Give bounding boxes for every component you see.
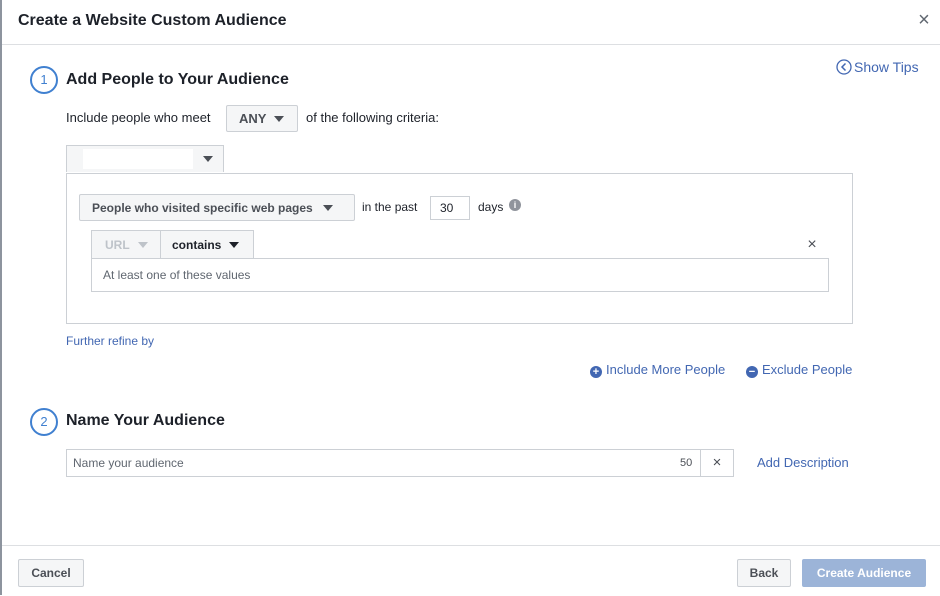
url-label: URL — [105, 237, 130, 252]
chevron-left-circle-icon — [836, 59, 852, 75]
visit-type-label: People who visited specific web pages — [92, 200, 313, 215]
audience-name-input[interactable]: Name your audience — [66, 449, 701, 477]
clear-name-icon[interactable]: × — [700, 449, 734, 477]
exclude-people-link[interactable]: − Exclude People — [746, 362, 852, 378]
create-audience-button[interactable]: Create Audience — [802, 559, 926, 587]
caret-down-icon — [203, 156, 213, 162]
step-1-indicator: 1 — [30, 66, 58, 94]
caret-down-icon — [274, 115, 285, 122]
event-source-value — [83, 149, 193, 169]
char-count: 50 — [680, 457, 693, 469]
visit-type-dropdown[interactable]: People who visited specific web pages — [79, 194, 355, 221]
days-input[interactable]: 30 — [430, 196, 470, 220]
dialog-footer: Cancel Back Create Audience — [2, 545, 940, 596]
show-tips-label: Show Tips — [854, 59, 919, 75]
show-tips-link[interactable]: Show Tips — [836, 58, 919, 76]
include-more-label: Include More People — [606, 362, 726, 377]
step-1-title: Add People to Your Audience — [66, 71, 289, 88]
dialog-left-edge — [0, 0, 2, 595]
event-source-dropdown[interactable] — [66, 145, 224, 172]
info-icon[interactable]: i — [509, 199, 521, 211]
dialog-header: Create a Website Custom Audience × — [2, 0, 940, 45]
step-2-indicator: 2 — [30, 408, 58, 436]
exclude-label: Exclude People — [762, 362, 853, 377]
days-label: days — [478, 200, 504, 214]
include-prefix-text: Include people who meet — [66, 110, 211, 125]
include-suffix-text: of the following criteria: — [306, 110, 439, 125]
close-icon[interactable]: × — [914, 10, 934, 30]
match-any-label: ANY — [239, 111, 267, 126]
in-the-past-text: in the past — [362, 200, 418, 214]
add-description-link[interactable]: Add Description — [757, 455, 849, 470]
match-any-dropdown[interactable]: ANY — [226, 105, 298, 132]
caret-down-icon — [322, 204, 333, 211]
back-button[interactable]: Back — [737, 559, 791, 587]
operator-label: contains — [172, 237, 222, 252]
caret-down-icon — [137, 241, 148, 248]
plus-circle-icon: + — [590, 366, 602, 378]
dialog-title: Create a Website Custom Audience — [18, 12, 287, 29]
operator-dropdown[interactable]: contains — [160, 230, 254, 259]
step-2-title: Name Your Audience — [66, 412, 225, 429]
create-audience-dialog: Create a Website Custom Audience × Show … — [0, 0, 940, 595]
remove-rule-icon[interactable]: × — [804, 236, 820, 254]
url-field-dropdown: URL — [91, 230, 160, 259]
include-more-people-link[interactable]: + Include More People — [590, 362, 725, 378]
caret-down-icon — [229, 241, 240, 248]
minus-circle-icon: − — [746, 366, 758, 378]
cancel-button[interactable]: Cancel — [18, 559, 84, 587]
url-values-input[interactable]: At least one of these values — [91, 258, 829, 292]
further-refine-link[interactable]: Further refine by — [66, 334, 154, 348]
